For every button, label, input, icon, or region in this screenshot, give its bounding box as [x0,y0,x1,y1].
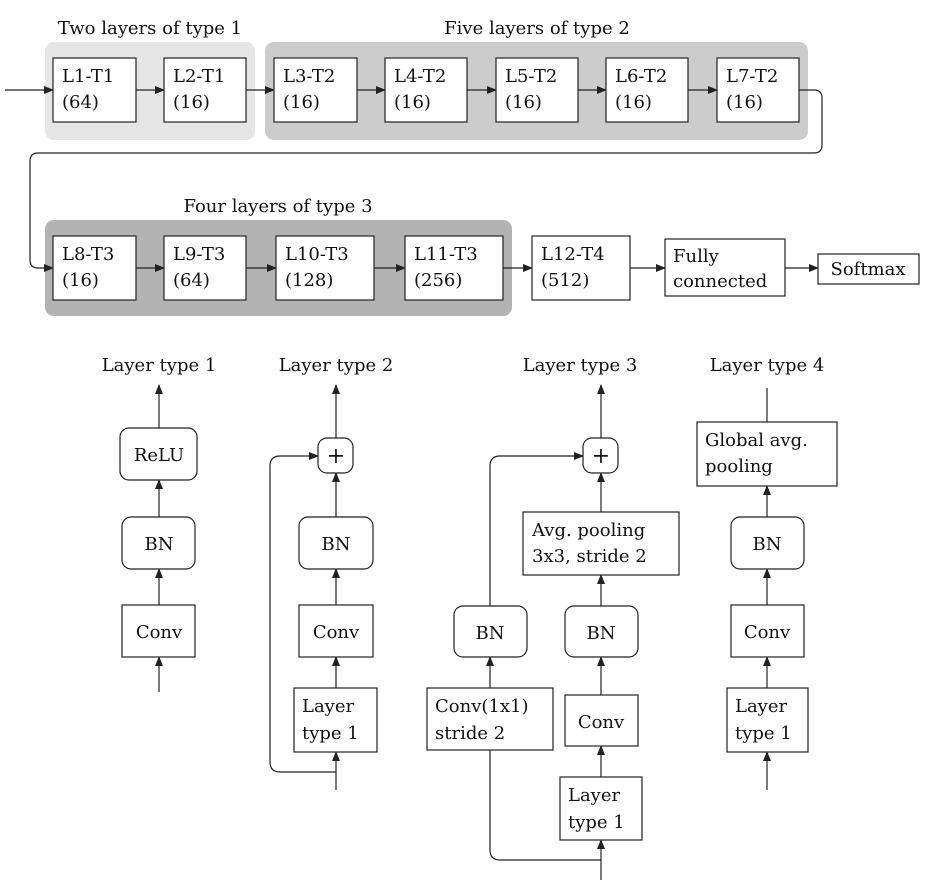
svg-text:Conv: Conv [578,712,625,733]
svg-text:Conv: Conv [744,622,791,643]
layer-type-4-detail: Layer type 4 Global avg.pooling BN Conv … [696,355,838,790]
svg-text:L12-T4: L12-T4 [541,244,605,265]
svg-text:(16): (16) [173,92,210,113]
svg-text:BN: BN [587,623,616,644]
svg-text:type 1: type 1 [735,723,792,744]
softmax-box: Softmax [817,253,920,285]
svg-text:type 1: type 1 [568,812,625,833]
type1-title: Layer type 1 [102,355,217,376]
layer-l1: L1-T1 (64) [52,57,137,123]
svg-text:Fully: Fully [673,246,720,267]
svg-text:(64): (64) [62,92,99,113]
svg-text:BN: BN [753,534,782,555]
svg-text:3x3, stride 2: 3x3, stride 2 [532,546,647,567]
svg-text:stride 2: stride 2 [435,723,505,744]
svg-text:L6-T2: L6-T2 [615,66,667,87]
layer-l7: L7-T2 (16) [716,57,800,123]
svg-text:L10-T3: L10-T3 [285,244,349,265]
svg-text:BN: BN [322,534,351,555]
type3-title: Layer type 3 [523,355,638,376]
svg-text:L4-T2: L4-T2 [394,66,446,87]
svg-text:(16): (16) [62,270,99,291]
svg-text:(16): (16) [394,92,431,113]
svg-text:pooling: pooling [705,456,773,477]
layer-l2: L2-T1 (16) [163,57,247,123]
layer-l8: L8-T3 (16) [52,235,137,301]
svg-text:L2-T1: L2-T1 [173,66,225,87]
layer-l3: L3-T2 (16) [273,57,358,123]
svg-text:(16): (16) [505,92,542,113]
svg-text:ReLU: ReLU [134,445,184,466]
svg-text:Avg. pooling: Avg. pooling [531,520,645,541]
resnet-architecture-diagram: Two layers of type 1 Five layers of type… [5,18,920,880]
layer-type-1-detail: Layer type 1 ReLU BN Conv [102,355,217,692]
svg-text:Global avg.: Global avg. [705,430,808,451]
layer-l6: L6-T2 (16) [605,57,689,123]
svg-text:(64): (64) [173,270,210,291]
layer-l5: L5-T2 (16) [495,57,579,123]
layer-l10: L10-T3 (128) [275,235,375,301]
svg-text:L7-T2: L7-T2 [726,66,778,87]
group-type1-label: Two layers of type 1 [58,18,242,39]
svg-text:BN: BN [476,623,505,644]
svg-text:(16): (16) [726,92,763,113]
type4-title: Layer type 4 [710,355,825,376]
svg-text:(16): (16) [283,92,320,113]
group-type2-label: Five layers of type 2 [444,18,630,39]
svg-text:Layer: Layer [735,696,788,717]
svg-text:connected: connected [673,271,767,292]
svg-text:+: + [327,444,345,469]
svg-text:(16): (16) [615,92,652,113]
svg-text:Conv: Conv [136,622,183,643]
svg-text:L1-T1: L1-T1 [62,66,114,87]
layer-type-3-detail: Layer type 3 + Avg. pooling 3x3, stride 2… [426,355,680,880]
svg-text:(512): (512) [541,270,589,291]
layer-l9: L9-T3 (64) [163,235,247,301]
svg-text:L5-T2: L5-T2 [505,66,557,87]
svg-text:Softmax: Softmax [830,259,905,280]
svg-text:type 1: type 1 [302,723,359,744]
layer-l12: L12-T4 (512) [531,235,631,301]
svg-text:Conv(1x1): Conv(1x1) [435,696,528,717]
fully-connected-box: Fully connected [664,238,786,297]
layer-type-2-detail: Layer type 2 + BN Conv Layer type 1 [269,355,394,790]
svg-text:L8-T3: L8-T3 [62,244,114,265]
svg-text:L9-T3: L9-T3 [173,244,225,265]
type2-title: Layer type 2 [279,355,394,376]
svg-text:+: + [592,444,610,469]
layer-l11: L11-T3 (256) [404,235,504,301]
svg-text:BN: BN [145,534,174,555]
svg-text:L11-T3: L11-T3 [414,244,478,265]
svg-text:Layer: Layer [302,696,355,717]
layer-l4: L4-T2 (16) [384,57,468,123]
svg-text:Conv: Conv [313,622,360,643]
svg-text:Layer: Layer [568,785,621,806]
svg-text:L3-T2: L3-T2 [283,66,335,87]
group-type3-label: Four layers of type 3 [183,196,372,217]
svg-text:(256): (256) [414,270,462,291]
svg-text:(128): (128) [285,270,333,291]
